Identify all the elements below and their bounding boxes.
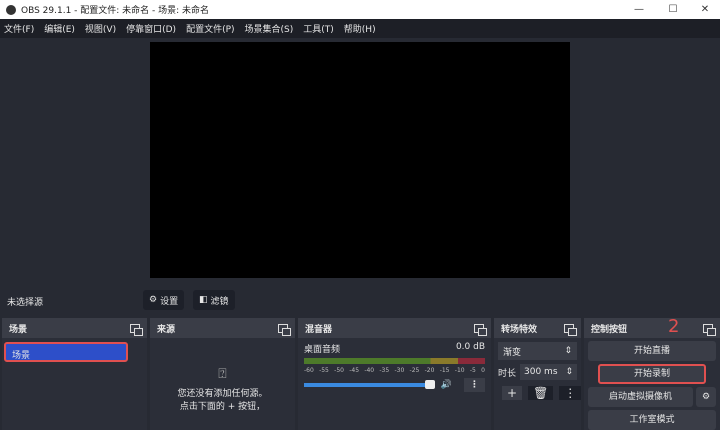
duration-value: 300 ms [524,367,558,377]
sources-empty-text-2: 点击下面的 + 按钮， [179,402,266,412]
menu-help[interactable]: 帮助(H) [344,22,376,35]
undock-icon[interactable] [703,323,716,336]
preview-canvas[interactable] [150,42,570,278]
undock-icon[interactable] [474,323,487,336]
transitions-dock: 转场特效 渐变 ⇕ 时长 300 ms ⇕ + 🗑 ⋮ [494,318,582,430]
close-button[interactable]: ✕ [690,0,720,19]
question-icon: ⍰ [218,366,227,382]
duration-input[interactable]: 300 ms ⇕ [520,364,577,380]
annotation-mark: 2 [668,316,680,337]
meter-tick: -40 [364,367,375,374]
source-toolbar: 未选择源 ⚙ 设置 ◧ 滤镜 [0,287,720,313]
undock-icon[interactable] [278,323,291,336]
menu-file[interactable]: 文件(F) [4,22,34,35]
settings-button[interactable]: ⚙ 设置 [143,290,185,310]
studio-mode-button[interactable]: 工作室模式 [588,410,716,430]
obs-logo-icon [6,4,16,15]
meter-ticks: -60 -55 -50 -45 -40 -35 -30 -25 -20 -15 -10 -5 0 [304,367,485,374]
virtual-camera-button[interactable]: 启动虚拟摄像机 [588,387,693,407]
maximize-button[interactable]: ☐ [658,0,688,19]
filters-button[interactable]: ◧ 滤镜 [193,290,235,310]
spin-icon: ⇕ [564,346,572,356]
window-title: OBS 29.1.1 - 配置文件: 未命名 - 场景: 未命名 [21,6,210,16]
duration-label: 时长 [498,368,517,379]
meter-tick: -60 [304,367,314,374]
menu-view[interactable]: 视图(V) [85,22,116,35]
no-source-label: 未选择源 [7,298,44,308]
mixer-title: 混音器 [305,324,333,335]
filters-label: 滤镜 [210,296,229,307]
filter-icon: ◧ [199,295,208,305]
transition-value: 渐变 [503,347,522,358]
more-options-icon[interactable]: ⋮ [559,386,582,400]
start-recording-button[interactable]: 开始录制 [598,364,706,384]
undock-icon[interactable] [564,323,577,336]
meter-tick: -15 [439,367,450,374]
meter-tick: -55 [319,367,329,374]
meter-tick: -20 [424,367,435,374]
menu-docks[interactable]: 停靠窗口(D) [126,22,176,35]
sources-title: 来源 [157,324,176,335]
meter-tick: -10 [454,367,465,374]
menu-profile[interactable]: 配置文件(P) [186,22,234,35]
sources-dock: 来源 ⍰ 您还没有添加任何源。 点击下面的 + 按钮， [150,318,295,430]
speaker-icon[interactable]: 🔊 [441,380,452,390]
menu-bar: 文件(F) 编辑(E) 视图(V) 停靠窗口(D) 配置文件(P) 场景集合(S… [0,19,720,38]
title-bar: OBS 29.1.1 - 配置文件: 未命名 - 场景: 未命名 — ☐ ✕ [0,0,720,19]
scene-item[interactable]: 场景 [4,342,128,362]
start-streaming-button[interactable]: 开始直播 [588,341,716,361]
gear-icon: ⚙ [149,295,158,305]
volume-slider[interactable] [304,380,435,389]
mixer-dock: 混音器 桌面音频 0.0 dB -60 -55 -50 -45 -40 -35 -30 -25… [298,318,491,430]
channel-level: 0.0 dB [455,342,485,352]
channel-name: 桌面音频 [304,345,341,355]
menu-tools[interactable]: 工具(T) [303,22,334,35]
scenes-title: 场景 [9,324,28,335]
more-options-icon[interactable]: ⋮ [464,378,485,392]
controls-title: 控制按钮 [591,324,628,335]
controls-dock: 控制按钮 2 开始直播 开始录制 启动虚拟摄像机 ⚙ 工作室模式 [584,316,720,430]
transitions-title: 转场特效 [501,324,538,335]
meter-tick: -5 [469,367,476,374]
meter-tick: -35 [379,367,390,374]
transition-select[interactable]: 渐变 ⇕ [498,342,577,360]
meter-tick: 0 [481,367,485,374]
scenes-dock: 场景 场景 [2,318,147,430]
settings-label: 设置 [160,296,179,307]
minimize-button[interactable]: — [624,0,654,19]
audio-meter [304,358,485,364]
meter-tick: -30 [394,367,405,374]
menu-scene-collection[interactable]: 场景集合(S) [245,22,294,35]
meter-tick: -50 [334,367,344,374]
sources-empty-text-1: 您还没有添加任何源。 [177,389,268,399]
menu-edit[interactable]: 编辑(E) [44,22,75,35]
meter-tick: -45 [349,367,360,374]
add-icon[interactable]: + [502,386,523,400]
gear-icon[interactable]: ⚙ [696,387,716,407]
undock-icon[interactable] [130,323,143,336]
trash-icon[interactable]: 🗑 [528,386,554,400]
meter-tick: -25 [409,367,420,374]
